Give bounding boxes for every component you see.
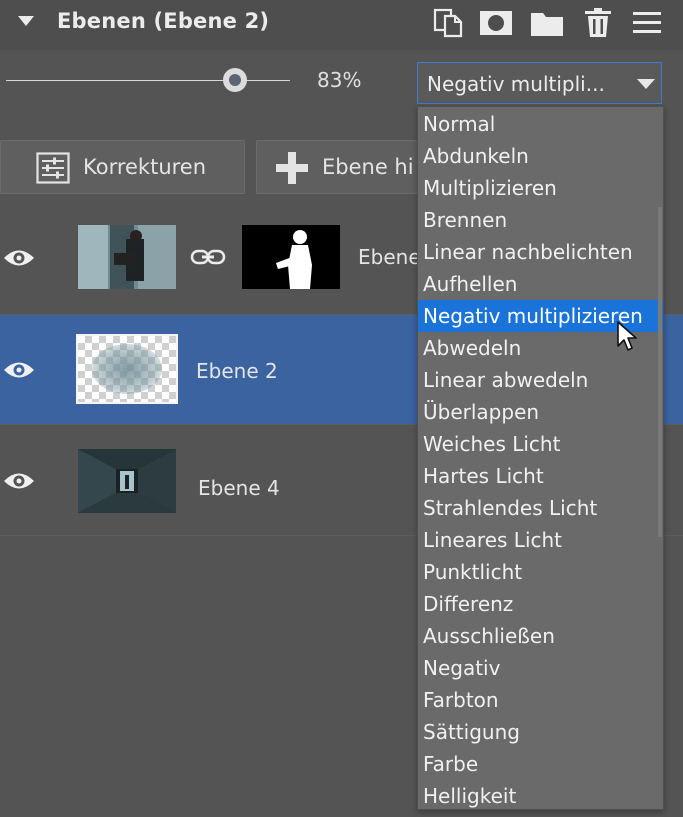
eye-icon[interactable] — [3, 470, 35, 492]
layer-mask-thumbnail[interactable] — [242, 225, 340, 289]
blend-mode-option[interactable]: Helligkeit — [418, 780, 663, 812]
layer-thumbnail — [78, 225, 176, 289]
eye-icon[interactable] — [3, 359, 35, 381]
blend-mode-option[interactable]: Farbe — [418, 748, 663, 780]
blend-mode-option[interactable]: Weiches Licht — [418, 428, 663, 460]
eye-icon[interactable] — [3, 247, 35, 269]
chevron-down-icon — [637, 79, 655, 89]
opacity-slider-thumb[interactable] — [223, 68, 247, 92]
blend-mode-option[interactable]: Normal — [418, 108, 663, 140]
blend-mode-option[interactable]: Hartes Licht — [418, 460, 663, 492]
blend-mode-option[interactable]: Ausschließen — [418, 620, 663, 652]
mask-icon[interactable] — [479, 6, 513, 40]
blend-mode-current-value: Negativ multipli... — [427, 72, 605, 96]
blend-mode-option[interactable]: Negativ — [418, 652, 663, 684]
blend-mode-option[interactable]: Sättigung — [418, 716, 663, 748]
blend-mode-option[interactable]: Lineares Licht — [418, 524, 663, 556]
layer-thumbnail — [78, 449, 176, 513]
blend-mode-option[interactable]: Differenz — [418, 588, 663, 620]
dropdown-scrollbar[interactable] — [658, 207, 662, 537]
blend-mode-select[interactable]: Negativ multipli... — [417, 62, 662, 104]
collapse-triangle-icon[interactable] — [18, 16, 34, 26]
blend-mode-option[interactable]: Abdunkeln — [418, 140, 663, 172]
mouse-cursor-icon — [617, 321, 637, 351]
blend-mode-options: Normal Abdunkeln Multiplizieren Brennen Line… — [418, 108, 663, 812]
blend-mode-option[interactable]: Aufhellen — [418, 268, 663, 300]
blend-mode-option[interactable]: Überlappen — [418, 396, 663, 428]
add-layer-label: Ebene hi — [322, 155, 414, 179]
trash-icon[interactable] — [581, 6, 615, 40]
corrections-button[interactable]: Korrekturen — [0, 140, 245, 194]
blend-mode-option[interactable]: Linear abwedeln — [418, 364, 663, 396]
blend-mode-option[interactable]: Multiplizieren — [418, 172, 663, 204]
panel-title: Ebenen (Ebene 2) — [57, 9, 270, 33]
plus-icon — [276, 152, 308, 184]
blend-mode-option[interactable]: Strahlendes Licht — [418, 492, 663, 524]
corrections-label: Korrekturen — [83, 155, 207, 179]
blend-mode-option[interactable]: Farbton — [418, 684, 663, 716]
link-icon[interactable] — [190, 247, 226, 267]
blend-mode-dropdown: Normal Abdunkeln Multiplizieren Brennen Line… — [417, 106, 664, 810]
adjustments-icon — [36, 152, 70, 184]
layer-thumbnail — [76, 334, 178, 404]
layer-name: Ebene — [358, 245, 421, 269]
menu-icon[interactable] — [630, 6, 664, 40]
blend-mode-option[interactable]: Linear nachbelichten — [418, 236, 663, 268]
blend-mode-option[interactable]: Punktlicht — [418, 556, 663, 588]
blend-mode-option[interactable]: Brennen — [418, 204, 663, 236]
layer-name: Ebene 2 — [196, 359, 278, 383]
opacity-value: 83% — [317, 68, 362, 92]
folder-icon[interactable] — [530, 6, 564, 40]
layer-name: Ebene 4 — [198, 476, 280, 500]
duplicate-layer-icon[interactable] — [432, 6, 466, 40]
opacity-slider-track[interactable] — [6, 80, 290, 81]
